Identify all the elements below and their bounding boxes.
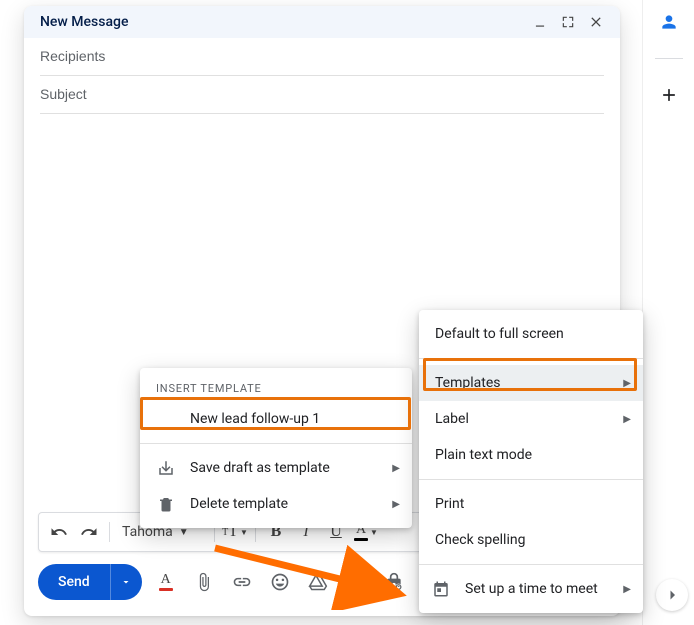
menu-item-schedule[interactable]: Set up a time to meet ▶	[419, 571, 643, 607]
divider	[140, 443, 412, 444]
divider	[655, 58, 683, 59]
minimize-icon[interactable]	[532, 14, 548, 30]
divider	[109, 522, 110, 542]
close-icon[interactable]	[588, 14, 604, 30]
chevron-down-icon: ▼	[179, 527, 189, 538]
more-options-menu: Default to full screen Templates ▶ Label…	[419, 310, 643, 613]
template-item-new-lead[interactable]: New lead follow-up 1	[140, 401, 412, 437]
menu-item-print[interactable]: Print	[419, 486, 643, 522]
attach-icon[interactable]	[188, 566, 220, 598]
side-panel	[642, 0, 694, 625]
menu-item-label: Plain text mode	[435, 447, 532, 463]
send-more-button[interactable]	[110, 564, 142, 600]
drive-icon[interactable]	[302, 566, 334, 598]
recipients-row[interactable]	[40, 38, 604, 76]
fullscreen-icon[interactable]	[560, 14, 576, 30]
emoji-icon[interactable]	[264, 566, 296, 598]
link-icon[interactable]	[226, 566, 258, 598]
menu-item-plaintext[interactable]: Plain text mode	[419, 437, 643, 473]
divider	[419, 479, 643, 480]
chevron-right-icon: ▶	[623, 414, 631, 425]
chevron-right-icon: ▶	[623, 378, 631, 389]
templates-submenu: Insert template New lead follow-up 1 Sav…	[140, 368, 412, 528]
confidential-icon[interactable]	[378, 566, 410, 598]
subject-input[interactable]	[40, 86, 604, 102]
menu-item-label: Delete template	[190, 496, 288, 512]
text-format-icon[interactable]: A	[150, 566, 182, 598]
chevron-right-icon: ▶	[392, 463, 400, 474]
send-button: Send	[38, 564, 142, 600]
chevron-down-icon: ▼	[240, 528, 248, 537]
subject-row[interactable]	[40, 76, 604, 114]
divider	[419, 564, 643, 565]
menu-item-spelling[interactable]: Check spelling	[419, 522, 643, 558]
chevron-right-icon: ▶	[392, 499, 400, 510]
menu-item-label: Check spelling	[435, 532, 525, 548]
save-icon	[156, 458, 176, 478]
trash-icon	[156, 494, 176, 514]
window-controls	[532, 14, 604, 30]
chevron-down-icon: ▼	[370, 528, 378, 537]
menu-item-label: Set up a time to meet	[465, 581, 598, 597]
menu-item-label: Label	[435, 411, 469, 427]
redo-icon[interactable]	[75, 518, 103, 546]
blank-icon	[156, 409, 176, 429]
menu-item-fullscreen[interactable]: Default to full screen	[419, 316, 643, 352]
image-icon[interactable]	[340, 566, 372, 598]
calendar-icon	[431, 579, 451, 599]
recipients-input[interactable]	[40, 48, 604, 64]
send-button-main[interactable]: Send	[38, 564, 110, 600]
undo-icon[interactable]	[45, 518, 73, 546]
compose-header: New Message	[24, 6, 620, 38]
menu-item-label: Save draft as template	[190, 460, 330, 476]
menu-item-label-action[interactable]: Label ▶	[419, 401, 643, 437]
template-item-delete[interactable]: Delete template ▶	[140, 486, 412, 522]
compose-title: New Message	[40, 14, 128, 30]
menu-item-templates[interactable]: Templates ▶	[419, 365, 643, 401]
template-item-save[interactable]: Save draft as template ▶	[140, 450, 412, 486]
collapse-panel-button[interactable]	[656, 579, 688, 611]
menu-item-label: Templates	[435, 375, 501, 391]
contacts-icon[interactable]	[649, 2, 689, 42]
divider	[419, 358, 643, 359]
submenu-heading: Insert template	[140, 374, 412, 401]
menu-item-label: New lead follow-up 1	[190, 411, 320, 427]
menu-item-label: Print	[435, 496, 464, 512]
add-app-icon[interactable]	[649, 75, 689, 115]
chevron-right-icon: ▶	[623, 584, 631, 595]
menu-item-label: Default to full screen	[435, 326, 564, 342]
